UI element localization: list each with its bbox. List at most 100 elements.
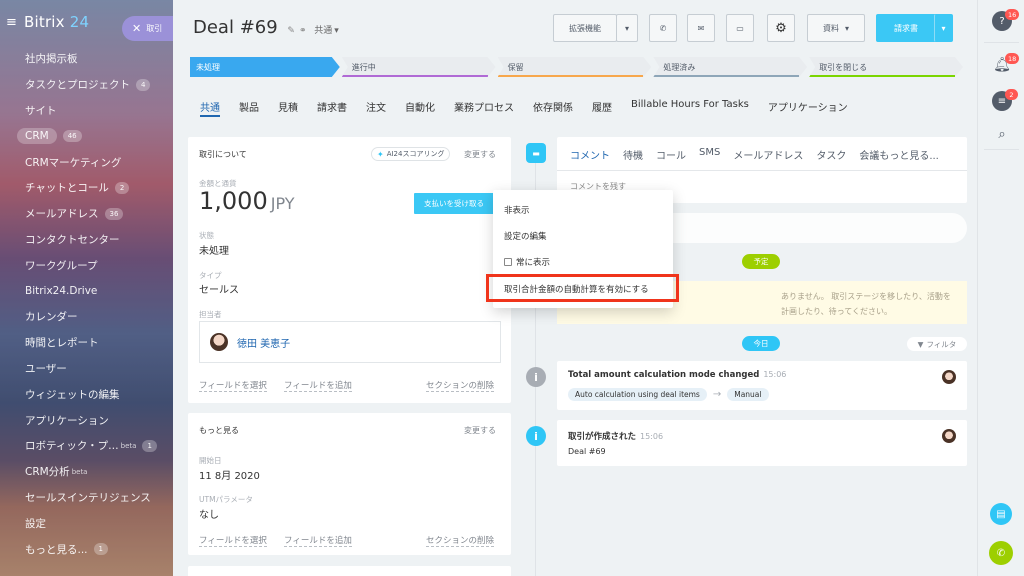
sidebar-item-label: 設定 xyxy=(25,517,46,530)
tab[interactable]: 製品 xyxy=(239,99,259,117)
to-value-chip: Manual xyxy=(727,388,769,401)
stage-item[interactable]: 保留 xyxy=(498,57,652,77)
tab[interactable]: 請求書 xyxy=(317,99,347,117)
extensions-dropdown[interactable]: ▾ xyxy=(616,14,638,42)
sidebar-item[interactable]: ワークグループ xyxy=(0,252,173,278)
utm-value[interactable]: なし xyxy=(199,506,219,521)
tab[interactable]: 共通 xyxy=(200,99,220,117)
stage-item[interactable]: 取引を閉じる xyxy=(809,57,963,77)
sidebar-item[interactable]: ロボティック・プ… beta 1 xyxy=(0,433,173,459)
sidebar-item[interactable]: 時間とレポート xyxy=(0,330,173,356)
sidebar-item[interactable]: チャットとコール 2 xyxy=(0,175,173,201)
tab[interactable]: Billable Hours For Tasks xyxy=(631,99,749,117)
change-link[interactable]: 変更する xyxy=(464,149,496,160)
documents-button[interactable]: 資料 ▾ xyxy=(807,14,865,42)
timeline-tab[interactable]: メールアドレス xyxy=(733,147,803,162)
type-value[interactable]: セールス xyxy=(199,281,239,296)
menu-item-edit-settings[interactable]: 設定の編集 xyxy=(504,230,547,242)
chat-icon[interactable]: ▭ xyxy=(726,14,754,42)
sidebar-item[interactable]: タスクとプロジェクト 4 xyxy=(0,72,173,98)
sidebar-item[interactable]: CRM分析 beta xyxy=(0,459,173,485)
section-heading: 取引について xyxy=(199,150,247,159)
documents-icon[interactable]: ▤ xyxy=(990,503,1012,525)
timeline-tab[interactable]: コール xyxy=(656,147,686,162)
sidebar-item-label: もっと見る... xyxy=(25,543,88,556)
delete-section-link[interactable]: セクションの削除 xyxy=(426,379,495,392)
sidebar-menu: 社内掲示板タスクとプロジェクト 4 サイト CRM 46 CRMマーケティングチャットとコ… xyxy=(0,46,173,562)
sidebar-item[interactable]: 社内掲示板 xyxy=(0,46,173,72)
timeline-tab[interactable]: コメント xyxy=(570,147,610,162)
invoice-button[interactable]: 請求書 xyxy=(876,14,936,42)
sidebar-item[interactable]: 設定 xyxy=(0,510,173,536)
menu-item-always-show[interactable]: 常に表示 xyxy=(504,256,550,268)
receive-payment-button[interactable]: 支払いを受け取る xyxy=(414,193,494,214)
edit-icon[interactable]: ✎ xyxy=(287,26,295,36)
start-date-value[interactable]: 11 8月 2020 xyxy=(199,467,260,482)
sidebar-item[interactable]: Bitrix24.Drive xyxy=(0,278,173,304)
deal-tabs: 共通 製品 見積 請求書 注文 自動化 業務プロセス 依存関係 履歴 Billable Hours… xyxy=(200,99,867,117)
sidebar-item-label: Bitrix24.Drive xyxy=(25,285,98,298)
gear-icon[interactable]: ⚙ xyxy=(767,14,795,42)
chevron-down-icon[interactable]: ▾ xyxy=(334,26,339,36)
ai-scoring-chip[interactable]: ✦ AI24スコアリング xyxy=(371,147,451,161)
status-value[interactable]: 未処理 xyxy=(199,242,229,257)
mail-icon[interactable]: ✉ xyxy=(687,14,715,42)
sidebar-item[interactable]: アプリケーション xyxy=(0,407,173,433)
tab[interactable]: 依存関係 xyxy=(533,99,573,117)
sidebar-item[interactable]: CRM 46 xyxy=(0,123,173,149)
extensions-button[interactable]: 拡張機能 xyxy=(553,14,617,42)
sidebar-item[interactable]: ユーザー xyxy=(0,356,173,382)
stage-item[interactable]: 進行中 xyxy=(342,57,496,77)
comment-icon: ▬ xyxy=(526,143,546,163)
tab[interactable]: 自動化 xyxy=(405,99,435,117)
responsible-person[interactable]: 徳田 美恵子 xyxy=(199,321,501,363)
avatar[interactable] xyxy=(942,429,956,443)
phone-icon[interactable]: ✆ xyxy=(989,541,1013,565)
sidebar-item-label: CRMマーケティング xyxy=(25,156,122,169)
stage-item[interactable]: 未処理 xyxy=(190,57,340,77)
link-icon[interactable]: ⚭ xyxy=(299,26,307,36)
timeline-tab[interactable]: SMS xyxy=(699,147,720,162)
sidebar-item[interactable]: メールアドレス 36 xyxy=(0,201,173,227)
logo[interactable]: Bitrix 24 xyxy=(24,13,89,31)
deal-stage-bar: 未処理 進行中 保留 処理済み 取引を閉じる xyxy=(190,57,965,77)
delete-section-link[interactable]: セクションの削除 xyxy=(426,534,495,547)
search-icon[interactable]: ⌕ xyxy=(992,124,1012,144)
sidebar-item[interactable]: もっと見る... 1 xyxy=(0,536,173,562)
left-sidebar: ≡ Bitrix 24 社内掲示板タスクとプロジェクト 4 サイト CRM 46 CRMマ… xyxy=(0,0,173,576)
timeline-tab[interactable]: タスク xyxy=(816,147,846,162)
sidebar-item[interactable]: カレンダー xyxy=(0,304,173,330)
add-field-link[interactable]: フィールドを追加 xyxy=(284,379,352,392)
change-link[interactable]: 変更する xyxy=(464,425,496,436)
select-field-link[interactable]: フィールドを選択 xyxy=(199,379,267,392)
invoice-dropdown[interactable]: ▾ xyxy=(934,14,953,42)
add-field-link[interactable]: フィールドを追加 xyxy=(284,534,352,547)
filter-button[interactable]: ▼ フィルタ xyxy=(907,337,967,351)
count-badge: 4 xyxy=(136,78,151,91)
timeline-tab[interactable]: 待機 xyxy=(623,147,643,162)
sidebar-item-label: 社内掲示板 xyxy=(25,53,78,66)
tab[interactable]: 履歴 xyxy=(592,99,612,117)
tab[interactable]: アプリケーション xyxy=(768,99,848,117)
stage-item[interactable]: 処理済み xyxy=(653,57,807,77)
avatar[interactable] xyxy=(942,370,956,384)
sidebar-item[interactable]: セールスインテリジェンス xyxy=(0,485,173,511)
select-field-link[interactable]: フィールドを選択 xyxy=(199,534,267,547)
divider xyxy=(984,42,1019,43)
menu-icon[interactable]: ≡ xyxy=(6,15,18,30)
shared-label[interactable]: 共通 xyxy=(314,26,332,36)
avatar xyxy=(210,333,228,351)
tab[interactable]: 業務プロセス xyxy=(454,99,514,117)
tab[interactable]: 注文 xyxy=(366,99,386,117)
timeline-tab[interactable]: 会議もっと見る... xyxy=(859,147,939,162)
responsible-name[interactable]: 徳田 美恵子 xyxy=(237,335,290,350)
tab[interactable]: 見積 xyxy=(278,99,298,117)
phone-icon[interactable]: ✆ xyxy=(649,14,677,42)
sidebar-item[interactable]: ウィジェットの編集 xyxy=(0,381,173,407)
menu-item-hide[interactable]: 非表示 xyxy=(504,204,530,216)
count-badge: 46 xyxy=(62,130,82,143)
sidebar-item[interactable]: サイト xyxy=(0,98,173,124)
sidebar-item[interactable]: CRMマーケティング xyxy=(0,149,173,175)
checkbox[interactable] xyxy=(504,258,512,266)
sidebar-item[interactable]: コンタクトセンター xyxy=(0,227,173,253)
